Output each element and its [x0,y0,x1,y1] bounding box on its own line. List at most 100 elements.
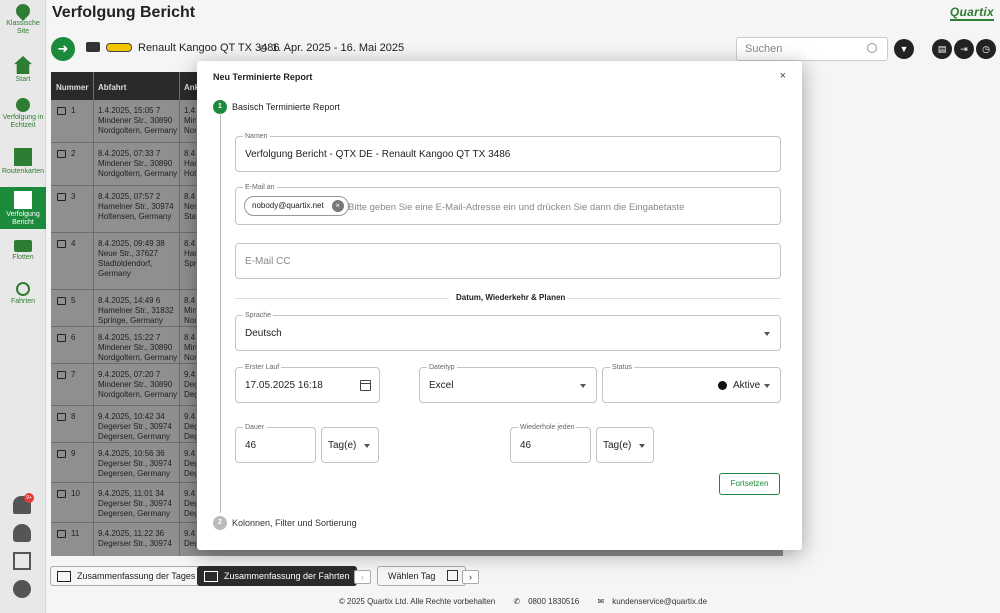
step-2-label[interactable]: Kolonnen, Filter und Sortierung [232,518,357,528]
select-day-label: Wählen Tag [388,571,436,581]
duration-field[interactable]: Dauer 46 [235,423,316,463]
arrival-line: Sta [184,212,196,221]
language-label: Sprache [243,311,274,320]
departure-line: Hamelner Str., 30974 [98,202,174,211]
arrival-line: Nor [184,126,196,135]
arrival-cell: 8.4.HamHolt [184,149,196,179]
arrival-line: Ham [184,159,196,168]
departure-cell: 9.4.2025, 11:22 36 Degerser Str., 30974 [98,529,180,549]
taxi-icon [106,43,132,52]
departure-line: Degersen, Germany [98,469,171,478]
departure-line: Stadtoldendorf, [98,259,153,268]
arrival-cell: 8.4.HamSpri [184,239,196,269]
vehicle-row-icon [57,150,66,158]
filetype-value: Excel [429,380,454,391]
filetype-select[interactable]: Dateityp Excel [419,363,597,403]
live-tracking-icon [16,98,30,112]
arrival-line: Deg [184,390,196,399]
repeat-unit-value: Tag(e) [603,440,632,451]
sidebar-item-tracking-report[interactable]: Verfolgung Bericht [0,187,46,229]
arrival-line: Deg [184,539,196,548]
column-header-departure[interactable]: Abfahrt [98,83,126,92]
first-run-value: 17.05.2025 16:18 [245,380,323,391]
go-button[interactable]: ➜ [51,37,75,61]
print-icon[interactable]: ▤ [932,39,952,59]
arrival-line: Neu [184,202,196,211]
sidebar-item-fleets[interactable]: Flotten [0,240,46,262]
phone-icon: ✆ [513,597,521,606]
departure-line: 8.4.2025, 09:49 38 [98,239,165,248]
close-icon[interactable]: × [780,70,786,82]
date-range[interactable]: 1. Apr. 2025 - 16. Mai 2025 [272,42,404,54]
arrival-line: 9.4. [184,489,196,498]
departure-line: Degersen, Germany [98,432,171,441]
departure-line: 8.4.2025, 07:33 7 [98,149,161,158]
repeat-label: Wiederhole jeden [518,423,577,432]
email-chip[interactable]: nobody@quartix.net × [244,196,349,216]
sidebar-item-classic-site[interactable]: Klassische Site [0,1,46,36]
help-icon[interactable] [13,552,31,570]
step-2-indicator: 2 [213,516,227,530]
chip-remove-icon[interactable]: × [331,200,344,212]
arrival-line: 8.4. [184,296,196,305]
quartix-logo: Quartix [949,5,994,21]
departure-cell: 9.4.2025, 10:56 36 Degerser Str., 30974 De… [98,449,180,479]
departure-line: Degerser Str., 30974 [98,459,172,468]
prev-day-button[interactable]: ‹ [354,570,371,584]
summary-day-label: Zusammenfassung der Tages [77,571,196,581]
summary-trips-button[interactable]: Zusammenfassung der Fahrten [197,566,357,586]
sidebar-item-trips[interactable]: Fahrten [0,282,46,306]
summary-day-button[interactable]: Zusammenfassung der Tages [50,566,203,586]
repeat-unit-select[interactable]: Tag(e) [596,427,654,463]
filter-icon[interactable]: ▼ [894,39,914,59]
arrival-line: Deg [184,432,196,441]
arrival-line: 9.4. [184,412,196,421]
sidebar-item-start[interactable]: Start [0,56,46,84]
select-day-button[interactable]: Wählen Tag [377,566,467,586]
departure-line: Neue Str., 37627 [98,249,159,258]
first-run-field[interactable]: Erster Lauf 17.05.2025 16:18 [235,363,380,403]
copyright: © 2025 Quartix Ltd. Alle Rechte vorbehal… [338,597,496,606]
report-name-value: Verfolgung Bericht - QTX DE - Renault Ka… [245,149,511,160]
first-run-label: Erster Lauf [243,363,282,372]
footer-phone[interactable]: 0800 1830516 [528,597,579,606]
gear-icon[interactable] [13,580,31,598]
sidebar-item-label: Fahrten [10,298,36,305]
language-select[interactable]: Sprache Deutsch [235,311,781,351]
vehicle-row-icon [57,297,66,305]
duration-label: Dauer [243,423,267,432]
chevron-down-icon [764,384,770,388]
next-day-button[interactable]: › [462,570,479,584]
footer-email[interactable]: kundenservice@quartix.de [612,597,707,606]
filetype-label: Dateityp [427,363,457,372]
arrival-cell: 8.4.MinNor [184,333,196,363]
export-icon[interactable]: ⇥ [954,39,974,59]
language-value: Deutsch [245,328,282,339]
vehicle-row-icon [57,334,66,342]
step-1-label[interactable]: Basisch Terminierte Report [232,102,340,112]
sidebar-item-live-tracking[interactable]: Verfolgung in Echtzeit [0,98,46,130]
continue-button[interactable]: Fortsetzen [719,473,780,495]
duration-unit-select[interactable]: Tag(e) [321,427,379,463]
status-select[interactable]: Status Aktive [602,363,781,403]
departure-cell: 8.4.2025, 07:33 7 Mindener Str., 30890 Nor… [98,149,180,179]
user-icon[interactable] [13,524,31,542]
vehicle-row-icon [57,107,66,115]
notification-badge: 9+ [24,493,34,503]
email-cc-field[interactable]: E-Mail CC [235,243,781,279]
search-input[interactable]: Suchen [736,37,888,61]
column-header-number[interactable]: Nummer [56,83,88,92]
arrival-line: Deg [184,499,196,508]
schedule-icon[interactable]: ◷ [976,39,996,59]
repeat-field[interactable]: Wiederhole jeden 46 [510,423,591,463]
step-1-indicator: 1 [213,100,227,114]
email-to-field[interactable]: E-Mail an nobody@quartix.net × Bitte geb… [235,183,781,225]
vehicle-row-icon [57,193,66,201]
vehicle-name[interactable]: Renault Kangoo QT TX 3486 [138,42,279,54]
sidebar-item-route-maps[interactable]: Routenkarten [0,148,46,176]
calendar-icon[interactable] [360,380,371,391]
divider [567,298,781,299]
report-name-field[interactable]: Namen Verfolgung Bericht - QTX DE - Rena… [235,132,781,172]
repeat-value: 46 [520,440,532,451]
departure-cell: 8.4.2025, 14:49 6 Hamelner Str., 31832 Spr… [98,296,180,326]
